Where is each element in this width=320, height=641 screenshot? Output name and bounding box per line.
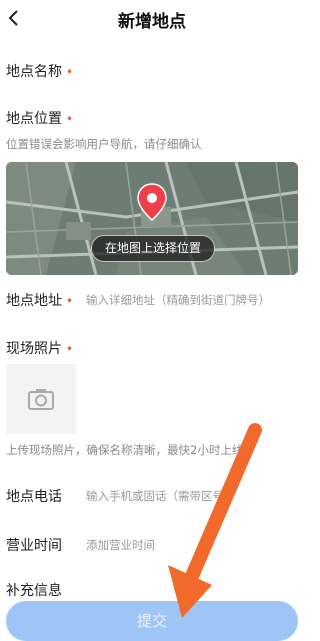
photo-upload-button[interactable] [6, 364, 76, 434]
page-title: 新增地点 [118, 12, 186, 32]
header: 新增地点 [0, 0, 304, 36]
photo-label: 现场照片 [6, 341, 62, 357]
required-mark: • [66, 65, 74, 79]
required-mark: • [66, 294, 74, 308]
place-location-label: 地点位置 [6, 111, 62, 127]
place-location-label-row: 地点位置 • [6, 108, 73, 128]
camera-icon [28, 389, 54, 410]
place-name-field[interactable]: 地点名称 • [6, 61, 73, 81]
phone-label: 地点电话 [6, 489, 62, 505]
location-hint: 位置错误会影响用户导航，请仔细确认 [6, 137, 202, 151]
hours-label: 营业时间 [6, 538, 62, 554]
place-name-label: 地点名称 [6, 64, 62, 80]
submit-button[interactable]: 提交 [6, 601, 298, 641]
map-pin-icon [137, 183, 167, 221]
phone-input[interactable]: 输入手机或固话（需带区号） [86, 488, 236, 504]
address-label: 地点地址 [6, 293, 62, 309]
photo-hint: 上传现场照片，确保名称清晰，最快2小时上线 [6, 443, 244, 457]
photo-label-row: 现场照片 • [6, 338, 73, 358]
required-mark: • [66, 112, 74, 126]
extra-info-label[interactable]: 补充信息 [6, 580, 62, 600]
hours-input[interactable]: 添加营业时间 [86, 537, 155, 553]
required-mark: • [66, 342, 74, 356]
address-label-row: 地点地址 • [6, 290, 73, 310]
select-on-map-button[interactable]: 在地图上选择位置 [91, 235, 215, 262]
address-input[interactable]: 输入详细地址（精确到街道门牌号） [86, 292, 270, 308]
